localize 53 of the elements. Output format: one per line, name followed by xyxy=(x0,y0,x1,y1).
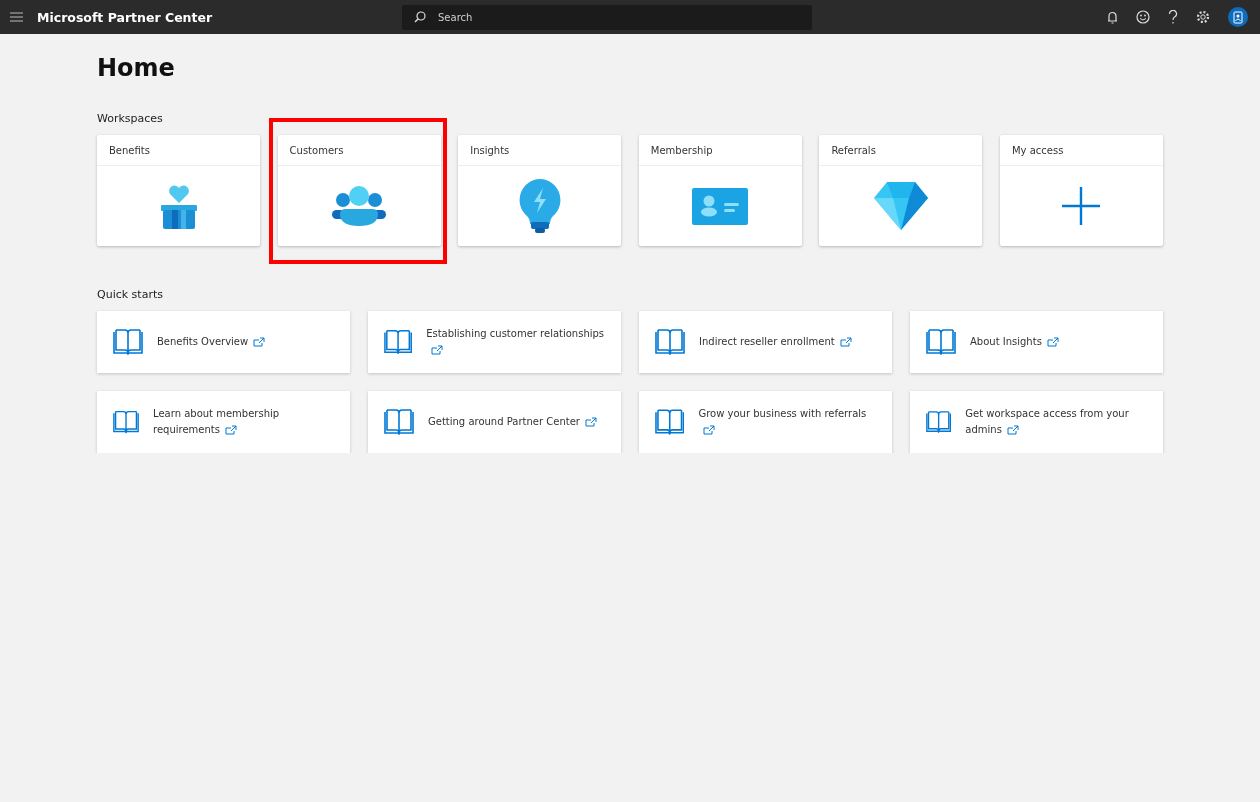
book-icon xyxy=(926,329,956,355)
app-title: Microsoft Partner Center xyxy=(37,9,214,25)
quick-start-link[interactable]: Benefits Overview xyxy=(157,334,266,350)
workspace-tile[interactable]: My access xyxy=(999,135,1163,246)
bell-icon[interactable] xyxy=(1107,10,1118,24)
external-link-icon xyxy=(224,425,237,435)
book-icon xyxy=(926,409,952,435)
external-link-icon xyxy=(1046,337,1059,347)
help-icon[interactable] xyxy=(1168,10,1178,24)
book-icon xyxy=(113,329,143,355)
search-field[interactable]: Search xyxy=(402,4,812,30)
tile-title: Referrals xyxy=(831,144,876,156)
diamond-icon xyxy=(872,181,929,231)
quick-start-link[interactable]: Learn about membership requirements xyxy=(153,406,338,438)
external-link-icon xyxy=(253,337,266,347)
workspace-tile[interactable]: Benefits xyxy=(97,135,260,246)
workspace-tile[interactable]: Membership xyxy=(638,135,802,246)
book-icon xyxy=(655,409,685,435)
book-icon xyxy=(113,409,140,435)
external-link-icon xyxy=(839,337,852,347)
quick-start-link[interactable]: Grow your business with referrals xyxy=(698,406,880,438)
section-heading: Quick starts xyxy=(97,288,164,301)
tile-title: Customers xyxy=(289,144,344,156)
settings-icon[interactable] xyxy=(1196,10,1210,24)
lightbulb-icon xyxy=(517,178,562,234)
quick-start-link[interactable]: Getting around Partner Center xyxy=(428,414,597,430)
external-link-icon xyxy=(1006,425,1019,435)
workspace-tile[interactable]: Referrals xyxy=(819,135,983,246)
workspace-tile[interactable]: Insights xyxy=(458,135,622,246)
external-link-icon xyxy=(584,417,597,427)
plus-icon xyxy=(1062,187,1101,225)
people-group-icon xyxy=(331,184,388,228)
section-heading: Workspaces xyxy=(97,112,164,125)
page-title: Home xyxy=(97,54,176,82)
tile-title: My access xyxy=(1011,144,1064,156)
menu-icon[interactable] xyxy=(10,12,23,22)
external-link-icon xyxy=(431,345,444,355)
tile-title: Membership xyxy=(650,144,713,156)
quick-start-link[interactable]: About Insights xyxy=(970,334,1059,350)
book-icon xyxy=(384,409,414,435)
smiley-icon[interactable] xyxy=(1136,10,1150,24)
quick-start-link[interactable]: Indirect reseller enrollment xyxy=(699,334,852,350)
book-icon xyxy=(655,329,685,355)
search-icon xyxy=(414,10,426,23)
quick-start-link[interactable]: Get workspace access from your admins xyxy=(965,406,1151,438)
quick-start-link[interactable]: Establishing customer relationships xyxy=(426,326,609,358)
workspace-tile[interactable]: Customers xyxy=(277,135,441,246)
tile-title: Insights xyxy=(470,144,510,156)
book-icon xyxy=(384,329,413,355)
account-avatar-icon[interactable] xyxy=(1228,7,1248,27)
id-card-icon xyxy=(692,187,749,225)
external-link-icon xyxy=(703,425,716,435)
tile-title: Benefits xyxy=(109,144,150,156)
